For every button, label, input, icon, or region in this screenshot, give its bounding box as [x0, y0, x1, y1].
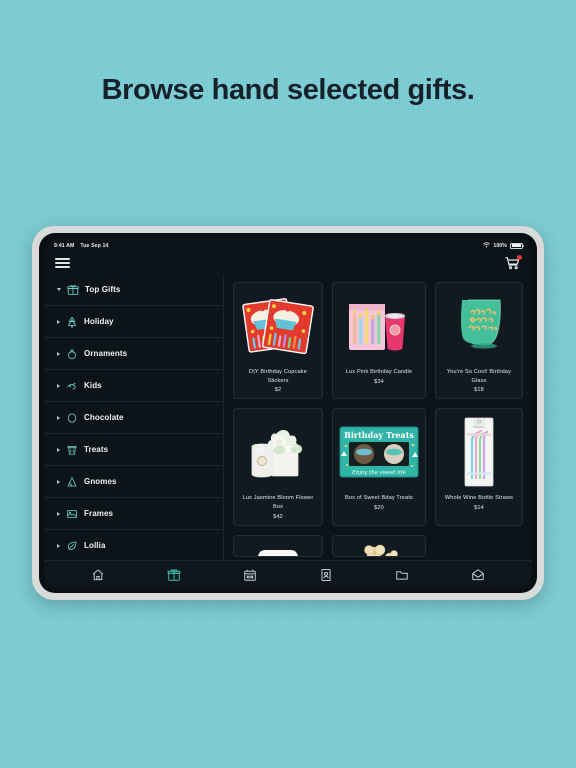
- sidebar-item-treats[interactable]: Treats: [44, 434, 223, 466]
- tab-folder[interactable]: [395, 568, 409, 582]
- battery-percent: 100%: [493, 242, 507, 249]
- sidebar-item-label: Holiday: [84, 317, 114, 326]
- product-price: $34: [374, 378, 384, 385]
- chevron-right-icon: [57, 383, 60, 388]
- hamburger-menu-icon[interactable]: [55, 258, 70, 268]
- tablet-device-frame: 9:41 AM Tue Sep 14 100% Top Gifts Holida…: [32, 226, 544, 600]
- product-card[interactable]: Lux Jasmine Bloom Flower Box $42: [233, 408, 323, 526]
- svg-text:Enjoy the sweet life: Enjoy the sweet life: [351, 470, 406, 476]
- kids-icon: [66, 380, 78, 392]
- ornament-icon: [66, 348, 78, 360]
- sidebar-item-kids[interactable]: Kids: [44, 370, 223, 402]
- flower-box-candle-image: [238, 415, 318, 489]
- sidebar-item-frames[interactable]: Frames: [44, 498, 223, 530]
- sidebar-item-label: Top Gifts: [85, 285, 121, 294]
- sidebar-item-label: Ornaments: [84, 349, 128, 358]
- sidebar-item-lollia[interactable]: Lollia: [44, 530, 223, 560]
- treats-box-image: Birthday Treats Enjoy the sweet life: [337, 415, 421, 489]
- status-date: Tue Sep 14: [80, 242, 109, 249]
- status-bar: 9:41 AM Tue Sep 14 100%: [44, 239, 532, 252]
- tab-mail[interactable]: [471, 568, 485, 582]
- battery-icon: [510, 242, 524, 249]
- svg-text:straws: straws: [473, 425, 485, 429]
- tab-gifts[interactable]: [167, 568, 181, 582]
- product-title: You're So Cool! Birthday Glass: [446, 369, 512, 384]
- sidebar-item-label: Chocolate: [84, 413, 124, 422]
- product-grid-scroll-area[interactable]: DIY Birthday Cupcake Stickers $2 Lux Pin…: [224, 274, 532, 560]
- product-title: Box of Sweet Bday Treats: [345, 495, 413, 502]
- gift-icon: [67, 284, 79, 296]
- product-card[interactable]: DIY Birthday Cupcake Stickers $2: [233, 282, 323, 400]
- tab-calendar[interactable]: [243, 568, 257, 582]
- sidebar-item-ornaments[interactable]: Ornaments: [44, 338, 223, 370]
- tab-home[interactable]: [91, 568, 105, 582]
- gnome-icon: [66, 476, 78, 488]
- chevron-right-icon: [57, 415, 60, 420]
- leaf-icon: [66, 540, 78, 552]
- product-title: Lux Jasmine Bloom Flower Box: [242, 495, 314, 510]
- sidebar-item-label: Kids: [84, 381, 102, 390]
- app-screen: 9:41 AM Tue Sep 14 100% Top Gifts Holida…: [44, 239, 532, 588]
- product-price: $14: [474, 504, 484, 511]
- status-time: 9:41 AM: [54, 242, 75, 249]
- sidebar-item-gnomes[interactable]: Gnomes: [44, 466, 223, 498]
- cocoa-icon: [66, 412, 78, 424]
- sidebar-item-top-gifts[interactable]: Top Gifts: [44, 274, 223, 306]
- tablet-bezel: 9:41 AM Tue Sep 14 100% Top Gifts Holida…: [39, 233, 537, 593]
- wine-straws-image: straws: [440, 415, 518, 489]
- sidebar-item-label: Treats: [84, 445, 109, 454]
- product-price: $20: [374, 504, 384, 511]
- tree-icon: [66, 316, 78, 328]
- product-card[interactable]: straws Whole Wine Bottle Straws $14: [435, 408, 523, 526]
- wifi-icon: [483, 241, 491, 250]
- chevron-right-icon: [57, 351, 60, 356]
- product-price: $42: [273, 513, 283, 520]
- pink-candle-image: [337, 289, 421, 363]
- frame-icon: [66, 508, 78, 520]
- chevron-right-icon: [57, 511, 60, 516]
- sidebar-item-holiday[interactable]: Holiday: [44, 306, 223, 338]
- chevron-right-icon: [57, 319, 60, 324]
- treats-icon: [66, 444, 78, 456]
- product-card[interactable]: [233, 534, 323, 557]
- product-card[interactable]: Lux Pink Birthday Candle $34: [332, 282, 426, 400]
- product-card[interactable]: You're So Cool! Birthday Glass $18: [435, 282, 523, 400]
- bottom-tab-bar: [44, 560, 532, 588]
- sidebar-item-label: Lollia: [84, 541, 106, 550]
- sidebar-item-label: Frames: [84, 509, 114, 518]
- app-bar: [44, 252, 532, 274]
- product-grid: DIY Birthday Cupcake Stickers $2 Lux Pin…: [233, 282, 523, 557]
- product-price: $2: [274, 387, 282, 394]
- product-price: $18: [474, 387, 484, 394]
- category-sidebar: Top Gifts Holiday Ornaments Kids Chocola…: [44, 274, 224, 560]
- page-title: Browse hand selected gifts.: [101, 74, 475, 106]
- chevron-right-icon: [57, 447, 60, 452]
- cart-badge: [517, 255, 522, 260]
- chevron-right-icon: [57, 543, 60, 548]
- main-content: Top Gifts Holiday Ornaments Kids Chocola…: [44, 274, 532, 560]
- sidebar-item-label: Gnomes: [84, 477, 117, 486]
- green-wine-glass-image: [440, 289, 518, 363]
- white-product-image: [238, 542, 318, 556]
- product-title: Lux Pink Birthday Candle: [345, 369, 413, 375]
- product-title: Whole Wine Bottle Straws: [444, 495, 514, 502]
- product-card[interactable]: Birthday Treats Enjoy the sweet life Box…: [332, 408, 426, 526]
- product-card[interactable]: [332, 534, 426, 557]
- popcorn-product-image: [337, 542, 421, 556]
- chevron-right-icon: [57, 479, 60, 484]
- chevron-down-icon: [57, 288, 61, 291]
- sticker-sheet-image: [238, 289, 318, 363]
- shopping-cart-icon[interactable]: [504, 255, 522, 271]
- tab-contacts[interactable]: [319, 568, 333, 582]
- product-title: DIY Birthday Cupcake Stickers: [249, 369, 307, 384]
- sidebar-item-chocolate[interactable]: Chocolate: [44, 402, 223, 434]
